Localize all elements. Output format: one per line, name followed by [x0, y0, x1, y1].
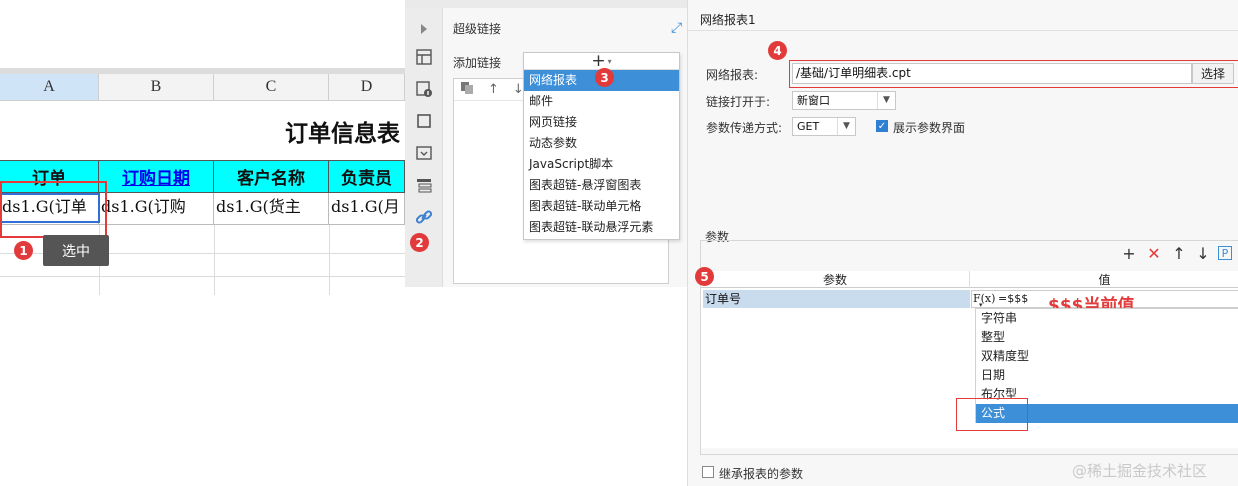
move-up-icon[interactable]: ↑: [1171, 244, 1187, 263]
param-p-icon[interactable]: P: [1218, 246, 1232, 260]
tooltip-selected: 选中: [43, 235, 109, 266]
cell-attribute-icon[interactable]: [413, 46, 435, 68]
report-path-label: 网络报表:: [706, 68, 759, 82]
report-title-cell[interactable]: 订单信息表: [0, 101, 405, 160]
type-option-date[interactable]: 日期: [976, 366, 1238, 385]
header-cell-owner[interactable]: 负责员: [329, 160, 405, 193]
hyperlink-icon[interactable]: [413, 206, 435, 228]
link-name-title: 网络报表1: [700, 13, 756, 27]
copy-icon[interactable]: [460, 81, 474, 99]
formula-value[interactable]: =$$$: [998, 292, 1028, 305]
show-params-label: 展示参数界面: [893, 121, 966, 135]
param-method-select[interactable]: GET ▼: [792, 117, 856, 136]
condition-icon[interactable]: [413, 174, 435, 196]
header-cell-order-date[interactable]: 订购日期: [99, 160, 214, 193]
grid-line: [0, 276, 405, 277]
menu-item-email[interactable]: 邮件: [524, 91, 679, 112]
step-badge-1: 1: [14, 241, 33, 260]
data-cell-d[interactable]: ds1.G(月: [329, 193, 405, 225]
step-badge-3: 3: [595, 68, 614, 87]
menu-item-web-link[interactable]: 网页链接: [524, 112, 679, 133]
menu-item-chart-cell[interactable]: 图表超链-联动单元格: [524, 196, 679, 217]
chevron-down-icon: ▼: [877, 92, 895, 109]
data-cell-c[interactable]: ds1.G(货主: [214, 193, 329, 225]
inherit-params-checkbox[interactable]: [702, 466, 714, 478]
grid-line: [214, 225, 215, 295]
add-param-icon[interactable]: +: [1121, 244, 1137, 263]
delete-param-icon[interactable]: ✕: [1146, 244, 1162, 263]
menu-item-chart-float[interactable]: 图表超链-悬浮窗图表: [524, 175, 679, 196]
watermark: @稀土掘金技术社区: [1072, 462, 1208, 480]
step-badge-4: 4: [768, 41, 787, 60]
widget-icon[interactable]: [413, 142, 435, 164]
column-header-c[interactable]: C: [214, 74, 329, 101]
column-header-b[interactable]: B: [99, 74, 214, 101]
cell-info-icon[interactable]: [413, 78, 435, 100]
expand-icon[interactable]: ⤢: [671, 20, 682, 36]
type-option-integer[interactable]: 整型: [976, 328, 1238, 347]
dropdown-caret-icon: ▾: [607, 56, 612, 66]
show-params-checkbox[interactable]: ✓: [876, 120, 888, 132]
param-column-header: 参数: [701, 271, 970, 288]
column-header-a[interactable]: A: [0, 74, 99, 101]
type-option-string[interactable]: 字符串: [976, 309, 1238, 328]
add-link-label: 添加链接: [453, 56, 502, 70]
param-method-value: GET: [797, 120, 820, 133]
menu-item-dynamic-param[interactable]: 动态参数: [524, 133, 679, 154]
param-row-order-no[interactable]: 订单号: [703, 290, 970, 308]
menu-item-javascript[interactable]: JavaScript脚本: [524, 154, 679, 175]
spreadsheet-panel: A B C D 订单信息表 订单 订购日期 客户名称 负责员 ds1.G(订单 …: [0, 0, 405, 300]
open-target-label: 链接打开于:: [706, 95, 771, 109]
open-target-select[interactable]: 新窗口 ▼: [792, 91, 896, 110]
move-down-icon[interactable]: ↓: [1195, 244, 1211, 263]
inherit-params-label: 继承报表的参数: [719, 467, 804, 481]
web-report-panel: 网络报表1 4 网络报表: /基础/订单明细表.cpt 选择 链接打开于: 新窗…: [687, 0, 1238, 486]
highlight-rectangle: [789, 60, 1238, 88]
panel-top-strip: [405, 0, 687, 8]
step-badge-2: 2: [410, 233, 429, 252]
data-cell-b[interactable]: ds1.G(订购: [99, 193, 214, 225]
type-option-double[interactable]: 双精度型: [976, 347, 1238, 366]
column-header-d[interactable]: D: [329, 74, 405, 101]
hyperlink-panel: 2 超级链接 ⤢ 添加链接 ↑ ↓ + ▾ 网络报表 邮件 网页链接 动态参数 …: [405, 0, 687, 287]
border-icon[interactable]: [413, 110, 435, 132]
open-target-value: 新窗口: [797, 94, 830, 107]
formula-fx-icon[interactable]: F(x): [973, 292, 995, 305]
value-column-header: 值: [1098, 273, 1111, 287]
panel-title: 超级链接: [453, 22, 502, 36]
highlight-rectangle: [0, 181, 107, 238]
step-badge-5: 5: [695, 267, 714, 286]
move-up-icon[interactable]: ↑: [488, 82, 499, 97]
grid-line: [329, 225, 330, 295]
property-icon-bar: 2: [405, 8, 443, 287]
menu-item-chart-element[interactable]: 图表超链-联动悬浮元素: [524, 217, 679, 238]
param-method-label: 参数传递方式:: [706, 121, 783, 135]
highlight-rectangle: [956, 398, 1028, 431]
params-table-header: 参数 值: [701, 271, 1238, 288]
collapse-arrow-icon[interactable]: [413, 18, 435, 40]
header-cell-customer[interactable]: 客户名称: [214, 160, 329, 193]
chevron-down-icon: ▼: [837, 118, 855, 135]
divider: [688, 30, 1238, 31]
